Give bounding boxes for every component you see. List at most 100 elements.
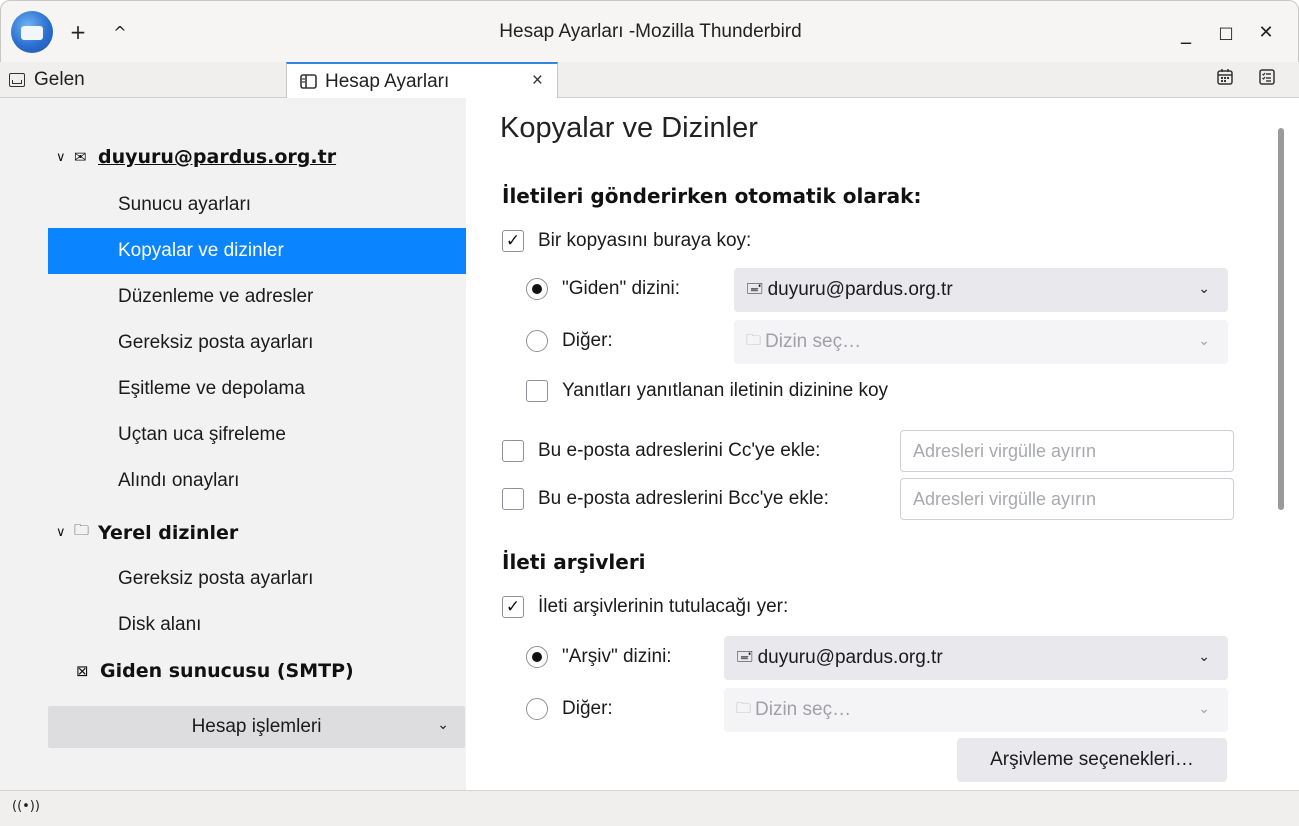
- cc-checkbox[interactable]: [502, 440, 524, 462]
- status-bar: ((•)): [0, 790, 1299, 826]
- account-actions-label: Hesap işlemleri: [191, 716, 322, 737]
- sent-other-placeholder: Dizin seç…: [765, 331, 862, 352]
- sidebar-item-disk-space[interactable]: Disk alanı: [48, 602, 466, 648]
- archive-other-placeholder: Dizin seç…: [755, 699, 852, 720]
- replies-label: Yanıtları yanıtlanan iletinin dizinine k…: [562, 380, 889, 401]
- scrollbar-thumb[interactable]: [1278, 128, 1284, 510]
- window-title: Hesap Ayarları -Mozilla Thunderbird: [499, 21, 802, 42]
- tasks-icon[interactable]: [1256, 66, 1278, 88]
- close-button[interactable]: ✕: [1253, 19, 1279, 45]
- sidebar-item-label: Gereksiz posta ayarları: [118, 332, 314, 353]
- account-actions-button[interactable]: Hesap işlemleri ⌄: [48, 706, 465, 748]
- account-tree-item[interactable]: ∨ ✉ duyuru@pardus.org.tr: [56, 146, 336, 168]
- calendar-icon[interactable]: [1214, 66, 1236, 88]
- archive-other-label: Diğer:: [562, 698, 613, 719]
- sent-other-radio[interactable]: [526, 330, 548, 352]
- title-bar: + ^ Hesap Ayarları -Mozilla Thunderbird …: [0, 0, 1299, 62]
- sent-folder-select[interactable]: 🖃 duyuru@pardus.org.tr ⌄: [734, 268, 1228, 312]
- smtp-label: Giden sunucusu (SMTP): [100, 660, 354, 682]
- archive-folder-select[interactable]: 🖃 duyuru@pardus.org.tr ⌄: [724, 636, 1228, 680]
- archive-section-heading: İleti arşivleri: [502, 550, 646, 574]
- archive-other-radio-row[interactable]: Diğer:: [526, 698, 613, 720]
- page-title: Kopyalar ve Dizinler: [500, 112, 758, 144]
- archive-folder-radio-row[interactable]: "Arşiv" dizini:: [526, 646, 672, 668]
- archive-options-button[interactable]: Arşivleme seçenekleri…: [957, 738, 1227, 782]
- archive-other-radio[interactable]: [526, 698, 548, 720]
- archive-keep-label: İleti arşivlerinin tutulacağı yer:: [538, 596, 789, 617]
- sidebar-item-copies-folders[interactable]: Kopyalar ve dizinler: [48, 228, 466, 274]
- inbox-icon: [8, 72, 26, 88]
- sidebar-item-sync-storage[interactable]: Eşitleme ve depolama: [48, 366, 466, 412]
- cc-addresses-input[interactable]: Adresleri virgülle ayırın: [900, 430, 1234, 472]
- tab-account-settings-label: Hesap Ayarları: [325, 70, 450, 92]
- folder-icon: 🗀: [74, 521, 90, 539]
- close-tab-icon[interactable]: ×: [532, 70, 543, 92]
- sidebar-item-label: Düzenleme ve adresler: [118, 286, 314, 307]
- account-email: duyuru@pardus.org.tr: [98, 146, 337, 168]
- bcc-label: Bu e-posta adreslerini Bcc'ye ekle:: [538, 488, 829, 509]
- sent-other-folder-select[interactable]: 🗀 Dizin seç… ⌄: [734, 320, 1228, 364]
- sidebar-item-label: Disk alanı: [118, 614, 202, 635]
- replies-checkbox[interactable]: [526, 380, 548, 402]
- folder-icon: 🗀: [736, 699, 752, 717]
- account-settings-icon: [299, 74, 317, 90]
- chevron-down-icon: ⌄: [1198, 332, 1210, 348]
- mailbox-icon: 🖃: [736, 647, 754, 665]
- sent-folder-radio-row[interactable]: "Giden" dizini:: [526, 278, 680, 300]
- archive-other-folder-select[interactable]: 🗀 Dizin seç… ⌄: [724, 688, 1228, 732]
- bcc-addresses-input[interactable]: Adresleri virgülle ayırın: [900, 478, 1234, 520]
- sidebar-item-e2e-encryption[interactable]: Uçtan uca şifreleme: [48, 412, 466, 458]
- sent-folder-label: "Giden" dizini:: [562, 278, 681, 299]
- online-status-icon[interactable]: ((•)): [12, 799, 40, 814]
- expand-twisty-icon[interactable]: ∨: [56, 525, 70, 540]
- sent-other-label: Diğer:: [562, 330, 613, 351]
- mail-icon: ✉: [74, 148, 87, 166]
- sidebar-item-local-junk-settings[interactable]: Gereksiz posta ayarları: [48, 556, 466, 602]
- sidebar-item-composition[interactable]: Düzenleme ve adresler: [48, 274, 466, 320]
- sent-folder-value: duyuru@pardus.org.tr: [767, 279, 953, 300]
- sidebar-item-label: Gereksiz posta ayarları: [118, 568, 314, 589]
- cc-label: Bu e-posta adreslerini Cc'ye ekle:: [538, 440, 821, 461]
- copy-sent-label: Bir kopyasını buraya koy:: [538, 230, 752, 251]
- minimize-button[interactable]: _: [1173, 19, 1199, 45]
- tab-inbox[interactable]: Gelen: [8, 62, 278, 98]
- copy-sent-checkbox-row[interactable]: ✓ Bir kopyasını buraya koy:: [502, 230, 751, 252]
- mailbox-icon: 🖃: [746, 279, 764, 297]
- account-sidebar: ∨ ✉ duyuru@pardus.org.tr Sunucu ayarları…: [0, 98, 466, 790]
- sidebar-item-label: Eşitleme ve depolama: [118, 378, 305, 399]
- archive-folder-radio[interactable]: [526, 646, 548, 668]
- sidebar-item-server-settings[interactable]: Sunucu ayarları: [48, 182, 466, 228]
- copy-sent-checkbox[interactable]: ✓: [502, 230, 524, 252]
- cc-input-placeholder: Adresleri virgülle ayırın: [913, 440, 1097, 461]
- outgoing-server-icon: ⊠: [76, 662, 89, 680]
- sent-folder-radio[interactable]: [526, 278, 548, 300]
- bcc-checkbox-row[interactable]: Bu e-posta adreslerini Bcc'ye ekle:: [502, 488, 829, 510]
- maximize-button[interactable]: □: [1213, 19, 1239, 45]
- tab-inbox-label: Gelen: [34, 69, 85, 90]
- sidebar-item-label: Uçtan uca şifreleme: [118, 424, 286, 445]
- local-folders-tree-item[interactable]: ∨ 🗀 Yerel dizinler: [56, 520, 238, 545]
- folder-icon: 🗀: [746, 331, 762, 349]
- chevron-down-icon: ⌄: [437, 716, 449, 732]
- expand-twisty-icon[interactable]: ∨: [56, 150, 70, 165]
- chevron-down-icon: ⌄: [1198, 280, 1210, 296]
- chevron-down-icon: ⌄: [1198, 648, 1210, 664]
- cc-checkbox-row[interactable]: Bu e-posta adreslerini Cc'ye ekle:: [502, 440, 820, 462]
- sidebar-item-junk-settings[interactable]: Gereksiz posta ayarları: [48, 320, 466, 366]
- scrollbar[interactable]: [1274, 98, 1288, 790]
- archive-keep-checkbox[interactable]: ✓: [502, 596, 524, 618]
- archive-keep-checkbox-row[interactable]: ✓ İleti arşivlerinin tutulacağı yer:: [502, 596, 788, 618]
- sent-other-radio-row[interactable]: Diğer:: [526, 330, 613, 352]
- sidebar-item-return-receipts[interactable]: Alındı onayları: [48, 458, 466, 504]
- sidebar-item-label: Alındı onayları: [118, 470, 240, 491]
- tab-account-settings[interactable]: Hesap Ayarları ×: [286, 62, 558, 99]
- bcc-input-placeholder: Adresleri virgülle ayırın: [913, 488, 1097, 509]
- settings-pane: Kopyalar ve Dizinler İletileri gönderirk…: [466, 98, 1299, 790]
- sidebar-item-label: Sunucu ayarları: [118, 194, 252, 215]
- smtp-tree-item[interactable]: ⊠ Giden sunucusu (SMTP): [76, 660, 354, 682]
- archive-folder-value: duyuru@pardus.org.tr: [757, 647, 943, 668]
- tab-bar: Gelen Hesap Ayarları ×: [0, 62, 1299, 99]
- sidebar-item-label: Kopyalar ve dizinler: [118, 240, 284, 261]
- replies-checkbox-row[interactable]: Yanıtları yanıtlanan iletinin dizinine k…: [526, 380, 888, 402]
- bcc-checkbox[interactable]: [502, 488, 524, 510]
